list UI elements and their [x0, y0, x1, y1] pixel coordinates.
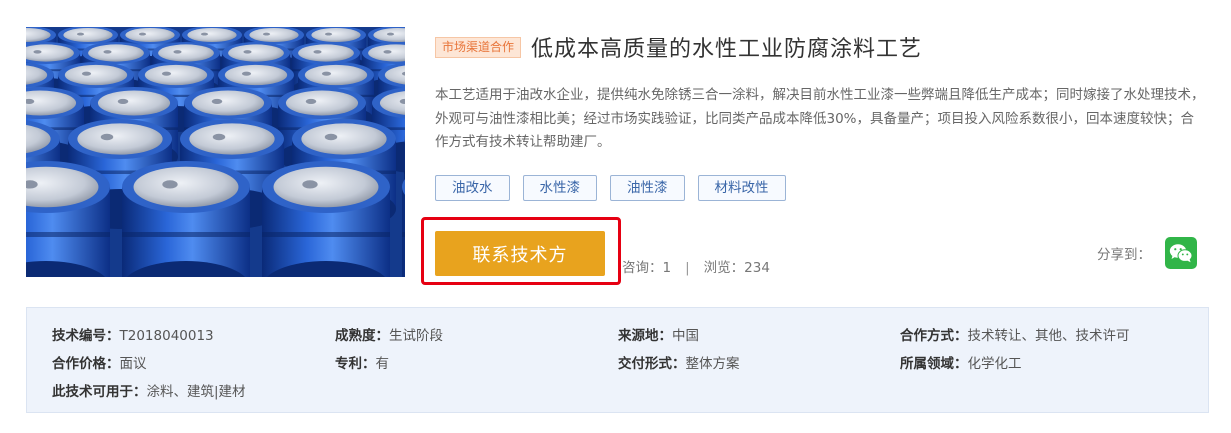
keyword-tag[interactable]: 水性漆: [522, 175, 597, 201]
view-label: 浏览：: [703, 260, 745, 276]
detail-tech-no: 技术编号：T2018040013: [52, 324, 214, 344]
detail-patent: 专利：有: [335, 352, 389, 372]
consult-label: 咨询：: [622, 260, 663, 276]
detail-label: 成熟度：: [335, 328, 389, 344]
detail-coop-mode: 合作方式：技术转让、其他、技术许可: [900, 324, 1130, 344]
detail-price: 合作价格：面议: [52, 352, 147, 372]
detail-value: 技术转让、其他、技术许可: [967, 328, 1130, 344]
detail-label: 专利：: [335, 356, 376, 372]
keyword-tag[interactable]: 材料改性: [697, 175, 786, 201]
share: 分享到：: [1097, 237, 1197, 269]
title-row: 市场渠道合作 低成本高质量的水性工业防腐涂料工艺: [435, 30, 922, 64]
keyword-tag[interactable]: 油改水: [435, 175, 510, 201]
detail-value: 化学化工: [967, 356, 1022, 372]
detail-delivery: 交付形式：整体方案: [618, 352, 740, 372]
wechat-icon[interactable]: [1165, 237, 1197, 269]
detail-label: 合作方式：: [900, 328, 968, 344]
consult-count: 1: [662, 260, 672, 276]
view-count: 234: [744, 260, 770, 276]
detail-value: 面议: [119, 356, 147, 372]
detail-label: 所属领域：: [900, 356, 968, 372]
stats: 咨询：1 | 浏览：234: [622, 256, 770, 276]
detail-label: 此技术可用于：: [52, 384, 147, 400]
product-description: 本工艺适用于油改水企业，提供纯水免除锈三合一涂料，解决目前水性工业漆一些弊端且降…: [435, 87, 1205, 150]
detail-value: 涂料、建筑|建材: [146, 384, 246, 400]
contact-tech-button[interactable]: 联系技术方: [435, 231, 605, 276]
tech-details-panel: 技术编号：T2018040013 成熟度：生试阶段 来源地：中国 合作方式：技术…: [26, 307, 1209, 413]
detail-origin: 来源地：中国: [618, 324, 699, 344]
detail-value: 生试阶段: [389, 328, 443, 344]
page-title: 低成本高质量的水性工业防腐涂料工艺: [531, 37, 923, 62]
detail-label: 技术编号：: [52, 328, 120, 344]
keyword-tags: 油改水 水性漆 油性漆 材料改性: [435, 175, 786, 201]
tech-detail-page: 市场渠道合作 低成本高质量的水性工业防腐涂料工艺 本工艺适用于油改水企业，提供纯…: [0, 0, 1231, 433]
share-label: 分享到：: [1097, 247, 1151, 263]
detail-value: 有: [375, 356, 390, 372]
detail-value: 中国: [672, 328, 699, 344]
detail-applicable: 此技术可用于：涂料、建筑|建材: [52, 380, 246, 400]
keyword-tag[interactable]: 油性漆: [610, 175, 685, 201]
channel-badge: 市场渠道合作: [435, 36, 522, 58]
detail-label: 交付形式：: [618, 356, 686, 372]
product-image: [26, 27, 405, 277]
detail-maturity: 成熟度：生试阶段: [335, 324, 443, 344]
detail-field: 所属领域：化学化工: [900, 352, 1022, 372]
detail-value: 整体方案: [685, 356, 740, 372]
detail-label: 合作价格：: [52, 356, 120, 372]
detail-label: 来源地：: [618, 328, 672, 344]
stats-separator: |: [685, 260, 690, 276]
detail-value: T2018040013: [119, 328, 214, 344]
